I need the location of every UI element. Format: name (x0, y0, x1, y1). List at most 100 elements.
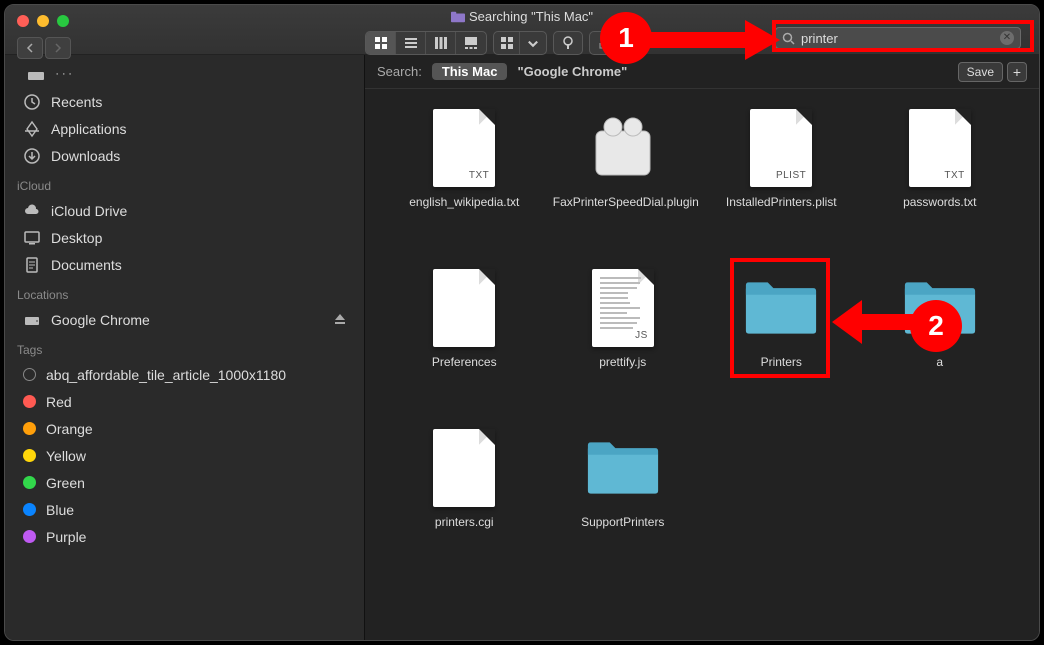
app-icon (23, 120, 41, 138)
plugin-icon (586, 107, 660, 189)
list-view-button[interactable] (396, 32, 426, 54)
column-view-button[interactable] (426, 32, 456, 54)
sidebar-item-icloud-drive[interactable]: iCloud Drive (5, 197, 364, 224)
file-item[interactable]: printers.cgi (389, 419, 539, 531)
save-search-button[interactable]: Save (958, 62, 1003, 82)
sidebar-item-label: Documents (51, 257, 122, 273)
sidebar-item-google-chrome[interactable]: Google Chrome (5, 306, 364, 333)
tag-dot-icon (23, 530, 36, 543)
file-item[interactable]: Preferences (389, 259, 539, 371)
window-controls (17, 15, 69, 27)
search-region: ✕ (767, 23, 1029, 55)
sidebar-item-label: Desktop (51, 230, 102, 246)
file-label: printers.cgi (435, 515, 494, 531)
file-label: Printers (761, 355, 802, 371)
file-ext-label: TXT (469, 170, 489, 181)
minimize-button[interactable] (37, 15, 49, 27)
sidebar-header-tags: Tags (5, 333, 364, 361)
sidebar-header-icloud: iCloud (5, 169, 364, 197)
sidebar-item-label: Yellow (46, 448, 86, 464)
file-icon (427, 427, 501, 509)
sidebar-tag-yellow[interactable]: Yellow (5, 442, 364, 469)
sidebar-item-label: Purple (46, 529, 86, 545)
scope-label: Search: (377, 64, 422, 79)
toolbar (365, 31, 619, 55)
sidebar-item-downloads[interactable]: Downloads (5, 142, 364, 169)
share-button[interactable] (589, 31, 619, 55)
maximize-button[interactable] (57, 15, 69, 27)
file-label: english_wikipedia.txt (409, 195, 519, 211)
sidebar-item-applications[interactable]: Applications (5, 115, 364, 142)
sidebar-item-desktop[interactable]: Desktop (5, 224, 364, 251)
forward-button[interactable] (45, 37, 71, 59)
file-label: a (936, 355, 943, 371)
groupby-icon[interactable] (494, 32, 520, 54)
disk-icon (23, 311, 41, 329)
sidebar-header-locations: Locations (5, 278, 364, 306)
sidebar-item-label: iCloud Drive (51, 203, 127, 219)
sidebar-item-truncated[interactable]: ‧‧‧ (5, 61, 364, 88)
view-switcher[interactable] (365, 31, 487, 55)
eject-icon[interactable] (334, 312, 346, 328)
sidebar-item-label: Blue (46, 502, 74, 518)
sidebar-item-label: Google Chrome (51, 312, 150, 328)
add-criteria-button[interactable]: + (1007, 62, 1027, 82)
gallery-view-button[interactable] (456, 32, 486, 54)
tag-dot-icon (23, 449, 36, 462)
tag-dot-icon (23, 395, 36, 408)
file-item[interactable]: a (865, 259, 1015, 371)
sidebar-tag-green[interactable]: Green (5, 469, 364, 496)
sidebar-tag-purple[interactable]: Purple (5, 523, 364, 550)
file-ext-label: TXT (944, 170, 964, 181)
clock-icon (23, 93, 41, 111)
file-item[interactable]: PLISTInstalledPrinters.plist (706, 99, 856, 211)
file-label: SupportPrinters (581, 515, 664, 531)
scope-this-mac[interactable]: This Mac (432, 63, 508, 80)
sidebar: ‧‧‧ Recents Applications Downloads iCloud … (5, 55, 365, 640)
groupby-button[interactable] (493, 31, 547, 55)
download-icon (23, 147, 41, 165)
sidebar-tag-red[interactable]: Red (5, 388, 364, 415)
file-item[interactable]: TXT english_wikipedia.txt (389, 99, 539, 211)
file-ext-label: PLIST (776, 170, 806, 181)
sidebar-tag-blue[interactable]: Blue (5, 496, 364, 523)
groupby-chevron-icon[interactable] (520, 32, 546, 54)
sidebar-item-label: Applications (51, 121, 127, 137)
desktop-icon (23, 229, 41, 247)
file-label: Preferences (432, 355, 497, 371)
titlebar: Searching "This Mac" (5, 5, 1039, 55)
tag-dot-icon (23, 476, 36, 489)
close-button[interactable] (17, 15, 29, 27)
clear-search-button[interactable]: ✕ (1000, 31, 1014, 45)
nav-buttons (17, 37, 73, 59)
folder-icon (903, 267, 977, 349)
file-icon: JS (586, 267, 660, 349)
back-button[interactable] (17, 37, 43, 59)
drive-icon (27, 66, 45, 84)
sidebar-item-documents[interactable]: Documents (5, 251, 364, 278)
folder-icon (451, 11, 465, 23)
sidebar-tag-abq_affordable_tile_article_1000x1180[interactable]: abq_affordable_tile_article_1000x1180 (5, 361, 364, 388)
file-item[interactable]: TXT passwords.txt (865, 99, 1015, 211)
tag-dot-icon (23, 422, 36, 435)
doc-icon (23, 256, 41, 274)
window-title: Searching "This Mac" (5, 9, 1039, 24)
icon-view-button[interactable] (366, 32, 396, 54)
folder-icon (744, 267, 818, 349)
sidebar-tag-orange[interactable]: Orange (5, 415, 364, 442)
file-item[interactable]: SupportPrinters (548, 419, 698, 531)
scope-alt[interactable]: "Google Chrome" (517, 64, 627, 79)
search-field[interactable]: ✕ (775, 27, 1021, 49)
action-button[interactable] (553, 31, 583, 55)
sidebar-item-recents[interactable]: Recents (5, 88, 364, 115)
file-ext-label: JS (635, 330, 648, 341)
file-grid[interactable]: TXT english_wikipedia.txt FaxPrinterSpeedD… (365, 89, 1039, 640)
file-label: passwords.txt (903, 195, 976, 211)
sidebar-item-label: Green (46, 475, 85, 491)
search-input[interactable] (801, 31, 994, 46)
file-item[interactable]: JSprettify.js (548, 259, 698, 371)
file-item[interactable]: Printers (706, 259, 856, 371)
sidebar-item-label: Red (46, 394, 72, 410)
file-icon: TXT (427, 107, 501, 189)
file-item[interactable]: FaxPrinterSpeedDial.plugin (548, 99, 698, 211)
